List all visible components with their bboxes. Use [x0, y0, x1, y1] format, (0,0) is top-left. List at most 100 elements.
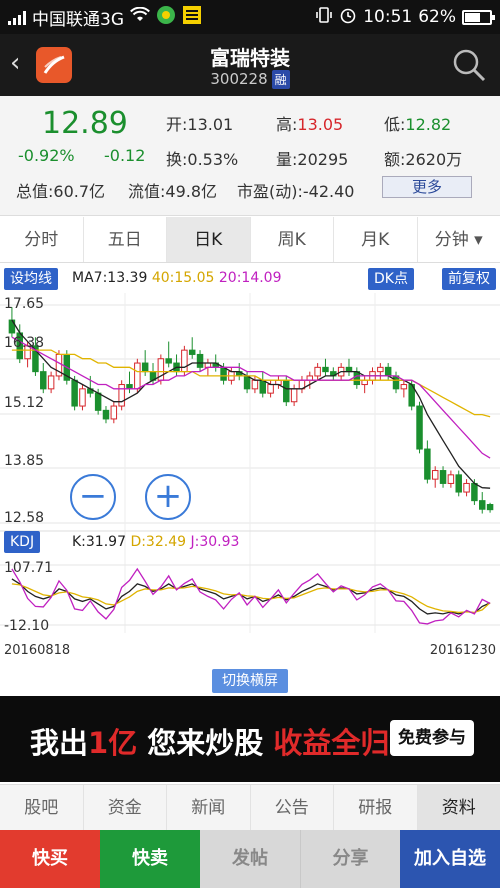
carrier-label: 中国联通3G [32, 9, 124, 30]
search-icon[interactable] [452, 48, 486, 86]
kdj-button[interactable]: KDJ [4, 531, 41, 553]
candle-body [181, 349, 188, 373]
tab-daily-k[interactable]: 日K [167, 217, 251, 262]
candle-body [220, 366, 227, 381]
share-button[interactable]: 分享 [300, 830, 400, 888]
kdj-tick: -12.10 [4, 618, 50, 634]
margin-badge: 融 [271, 70, 290, 89]
candle-body [243, 375, 251, 390]
ad-join-button[interactable]: 免费参与 [390, 720, 474, 756]
battery-percent: 62% [418, 7, 456, 27]
amount: 额:2620万 [384, 150, 463, 169]
zoom-in-button[interactable]: + [145, 474, 191, 520]
battery-icon [462, 9, 495, 25]
rotate-landscape-button[interactable]: 切换横屏 [212, 669, 288, 693]
zoom-out-button[interactable]: − [70, 474, 116, 520]
price-tick: 12.58 [4, 510, 45, 526]
alarm-icon [339, 6, 357, 29]
candle-body [447, 474, 455, 484]
vibrate-icon [315, 6, 333, 29]
tab-news[interactable]: 新闻 [167, 785, 251, 830]
candle-body [322, 366, 329, 373]
candle-body [94, 392, 102, 411]
tab-minute[interactable]: 分钟 ▾ [418, 217, 500, 262]
price-tick: 17.65 [4, 296, 45, 312]
more-button[interactable]: 更多 [382, 176, 472, 198]
low-price: 低:12.82 [384, 115, 452, 134]
tab-research[interactable]: 研报 [334, 785, 418, 830]
tab-intraday[interactable]: 分时 [0, 217, 84, 262]
quick-buy-button[interactable]: 快买 [0, 830, 100, 888]
stock-header: ‹ 富瑞特装 300228 融 [0, 34, 500, 96]
candle-body [353, 371, 361, 386]
candle-body [400, 384, 408, 390]
tab-announcements[interactable]: 公告 [251, 785, 334, 830]
signal-icon [8, 9, 26, 25]
turnover-rate: 换:0.53% [166, 150, 239, 169]
candle-body [416, 405, 423, 450]
post-button[interactable]: 发帖 [200, 830, 300, 888]
x-start-date: 20160818 [4, 643, 71, 658]
x-end-date: 20161230 [429, 643, 496, 658]
candle-body [141, 362, 149, 373]
quick-sell-button[interactable]: 快卖 [100, 830, 200, 888]
candle-body [251, 379, 259, 390]
kdj-legend: K:31.97 D:32.49 J:30.93 [72, 534, 239, 550]
candle-body [79, 388, 86, 407]
candle-body [455, 474, 462, 493]
candle-body [71, 379, 78, 407]
quote-panel: 12.89 -0.92% -0.12 开:13.01 高:13.05 低:12.… [0, 96, 500, 216]
candle-body [377, 366, 384, 373]
price-tick: 13.85 [4, 453, 45, 469]
change-amount: -0.12 [104, 146, 146, 165]
stock-code-line: 300228 融 [0, 70, 500, 89]
kdj-tick: 107.71 [4, 560, 53, 576]
candle-body [314, 366, 321, 377]
candle-body [439, 470, 447, 484]
tab-forum[interactable]: 股吧 [0, 785, 84, 830]
candle-body [486, 504, 494, 511]
d-value: D:32.49 [130, 534, 187, 550]
candle-body [471, 482, 478, 502]
kline-chart[interactable] [0, 263, 500, 663]
candle-body [267, 384, 274, 394]
tab-five-day[interactable]: 五日 [84, 217, 167, 262]
volume: 量:20295 [276, 150, 349, 169]
candle-body [478, 500, 486, 510]
candle-body [384, 366, 392, 377]
add-watchlist-button[interactable]: 加入自选 [400, 830, 500, 888]
last-price: 12.89 [42, 106, 128, 141]
app-notification-icon [156, 5, 176, 30]
market-cap: 总值:60.7亿 [16, 182, 106, 201]
candle-body [196, 353, 204, 368]
candle-body [188, 349, 196, 355]
float-cap: 流值:49.8亿 [128, 182, 218, 201]
status-bar: 中国联通3G 10:51 62% [0, 0, 500, 34]
price-tick: 15.12 [4, 395, 45, 411]
candle-body [392, 375, 400, 390]
candle-body [47, 375, 55, 390]
candle-body [283, 379, 290, 403]
candle-body [424, 448, 431, 480]
tab-weekly-k[interactable]: 周K [251, 217, 334, 262]
high-price: 高:13.05 [276, 115, 344, 134]
candle-body [259, 379, 267, 394]
stock-name: 富瑞特装 [210, 46, 290, 70]
menu-notification-icon [182, 5, 202, 30]
tab-funds[interactable]: 资金 [84, 785, 167, 830]
tab-monthly-k[interactable]: 月K [334, 217, 418, 262]
period-tabs: 分时 五日 日K 周K 月K 分钟 ▾ [0, 217, 500, 263]
stock-code: 300228 [210, 70, 268, 88]
action-bar: 快买 快卖 发帖 分享 加入自选 [0, 830, 500, 888]
tab-profile[interactable]: 资料 [417, 785, 500, 830]
candle-body [40, 371, 47, 390]
candle-body [361, 379, 368, 386]
candle-body [463, 482, 470, 493]
price-tick: 16.38 [4, 335, 45, 351]
ad-banner[interactable]: 我出1亿 您来炒股 收益全归您！ 免费参与 [0, 696, 500, 782]
k-value: K:31.97 [72, 534, 126, 550]
candle-body [118, 384, 125, 407]
candle-body [165, 358, 172, 364]
candle-body [134, 362, 141, 390]
pe-ratio: 市盈(动):-42.40 [237, 182, 355, 201]
